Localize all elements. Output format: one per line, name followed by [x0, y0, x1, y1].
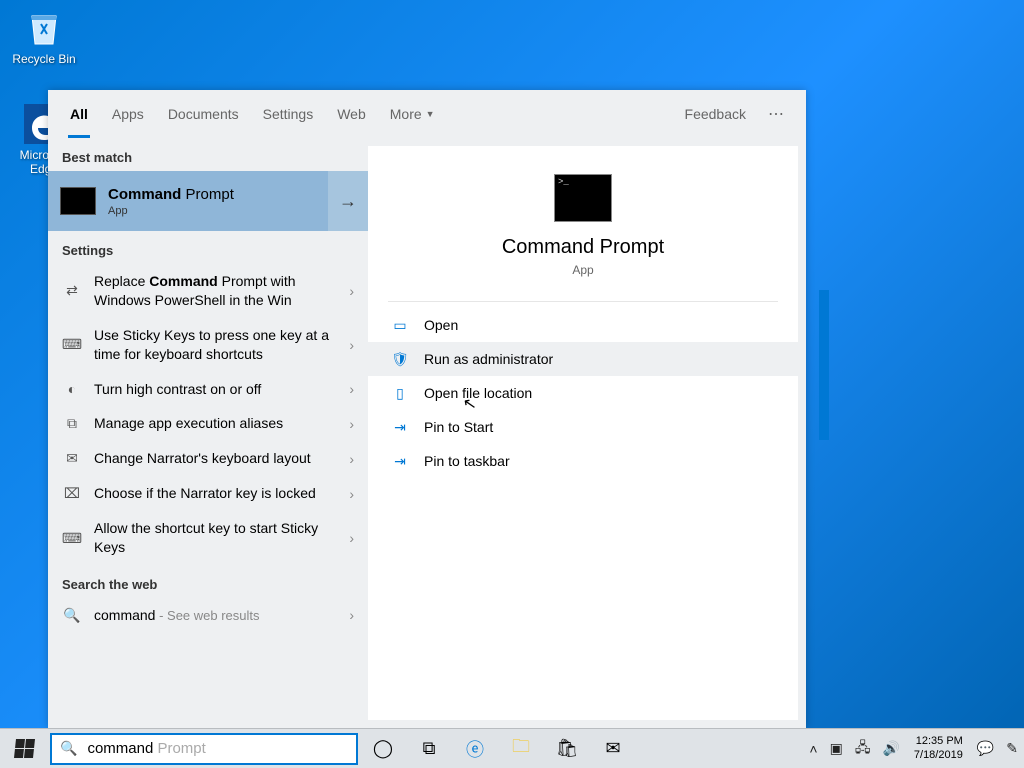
- search-icon: 🔍: [60, 740, 77, 757]
- chevron-right-icon: ›: [349, 607, 354, 623]
- narrator-icon: ✉: [62, 450, 82, 467]
- search-tabs: All Apps Documents Settings Web More▼ Fe…: [48, 90, 806, 138]
- tray-overflow-icon[interactable]: ˄: [803, 741, 823, 757]
- web-search-item[interactable]: 🔍 command - See web results ›: [48, 598, 368, 633]
- detail-title: Command Prompt: [502, 236, 664, 259]
- task-view-icon[interactable]: ⧉: [406, 729, 452, 768]
- best-match-item[interactable]: Command Prompt App →: [48, 171, 368, 231]
- section-settings: Settings: [48, 231, 368, 264]
- taskbar-edge-icon[interactable]: ⓔ: [452, 729, 498, 768]
- section-search-web: Search the web: [48, 565, 368, 598]
- volume-icon[interactable]: 🔊: [876, 740, 905, 757]
- chevron-right-icon: ›: [349, 337, 354, 353]
- best-match-title: Command Prompt: [108, 186, 328, 203]
- chevron-right-icon: ›: [349, 486, 354, 502]
- start-button[interactable]: [0, 729, 48, 768]
- action-pin-to-taskbar[interactable]: ⇥Pin to taskbar: [368, 444, 798, 478]
- open-icon: ▭: [390, 317, 410, 334]
- taskbar: 🔍 Prompt ◯ ⧉ ⓔ 🗀 🛍 ✉ ˄ ▣ 🖧 🔊 12:35 PM 7/…: [0, 728, 1024, 768]
- tab-apps[interactable]: Apps: [100, 90, 156, 138]
- clock-time: 12:35 PM: [916, 735, 963, 748]
- chevron-right-icon: ›: [349, 451, 354, 467]
- chevron-right-icon: ›: [349, 416, 354, 432]
- settings-item-label: Allow the shortcut key to start Sticky K…: [94, 519, 349, 557]
- settings-item-label: Manage app execution aliases: [94, 414, 349, 433]
- results-column: Best match Command Prompt App → Settings…: [48, 138, 368, 728]
- settings-item-label: Choose if the Narrator key is locked: [94, 484, 349, 503]
- more-options-button[interactable]: ⋯: [758, 104, 796, 124]
- network-icon[interactable]: 🖧: [849, 737, 877, 761]
- clock-date: 7/18/2019: [914, 749, 963, 762]
- keyboard-icon: ⌨: [62, 530, 82, 547]
- best-match-subtitle: App: [108, 205, 328, 217]
- settings-item-label: Change Narrator's keyboard layout: [94, 449, 349, 468]
- tab-more[interactable]: More▼: [378, 90, 447, 138]
- detail-subtitle: App: [572, 263, 593, 277]
- search-ghost-text: Prompt: [157, 740, 205, 757]
- pin-icon: ⇥: [390, 419, 410, 436]
- start-search-panel: All Apps Documents Settings Web More▼ Fe…: [48, 90, 806, 728]
- detail-column: Command Prompt App ▭Open 🛡Run as adminis…: [368, 146, 798, 720]
- windows-logo-icon: [14, 739, 35, 758]
- action-pin-to-start[interactable]: ⇥Pin to Start: [368, 410, 798, 444]
- folder-icon: ▯: [390, 385, 410, 402]
- action-open-file-location[interactable]: ▯Open file location: [368, 376, 798, 410]
- mail-icon[interactable]: ✉: [590, 729, 636, 768]
- settings-item[interactable]: ◐ Turn high contrast on or off ›: [48, 372, 368, 407]
- section-best-match: Best match: [48, 138, 368, 171]
- settings-item[interactable]: ⇄ Replace Command Prompt with Windows Po…: [48, 264, 368, 318]
- key-icon: ⌧: [62, 485, 82, 502]
- settings-item[interactable]: ⧉ Manage app execution aliases ›: [48, 406, 368, 441]
- command-prompt-icon: [60, 187, 96, 215]
- window-accent-strip: [819, 290, 829, 440]
- chevron-right-icon: ›: [349, 283, 354, 299]
- command-prompt-icon: [554, 174, 612, 222]
- swap-icon: ⇄: [62, 282, 82, 299]
- settings-item[interactable]: ⌨ Allow the shortcut key to start Sticky…: [48, 511, 368, 565]
- settings-item[interactable]: ✉ Change Narrator's keyboard layout ›: [48, 441, 368, 476]
- taskbar-search-box[interactable]: 🔍 Prompt: [50, 733, 358, 765]
- settings-item[interactable]: ⌧ Choose if the Narrator key is locked ›: [48, 476, 368, 511]
- tab-settings[interactable]: Settings: [251, 90, 326, 138]
- battery-icon[interactable]: ▣: [824, 740, 849, 757]
- desktop-icon-recycle-bin[interactable]: Recycle Bin: [6, 4, 82, 66]
- shield-icon: 🛡: [390, 351, 410, 368]
- tab-documents[interactable]: Documents: [156, 90, 251, 138]
- chevron-right-icon: ›: [349, 381, 354, 397]
- expand-arrow-icon[interactable]: →: [328, 171, 368, 231]
- tab-all[interactable]: All: [58, 90, 100, 138]
- settings-item[interactable]: ⌨ Use Sticky Keys to press one key at a …: [48, 318, 368, 372]
- divider: [388, 301, 778, 302]
- aliases-icon: ⧉: [62, 415, 82, 432]
- action-center-icon[interactable]: 💬: [971, 740, 1000, 757]
- tab-web[interactable]: Web: [325, 90, 378, 138]
- contrast-icon: ◐: [62, 381, 82, 397]
- settings-item-label: Use Sticky Keys to press one key at a ti…: [94, 326, 349, 364]
- pin-icon: ⇥: [390, 453, 410, 470]
- desktop-icon-label: Recycle Bin: [12, 52, 75, 66]
- action-open[interactable]: ▭Open: [368, 308, 798, 342]
- action-run-as-admin[interactable]: 🛡Run as administrator: [368, 342, 798, 376]
- chevron-right-icon: ›: [349, 530, 354, 546]
- chevron-down-icon: ▼: [426, 109, 435, 119]
- settings-item-label: Replace Command Prompt with Windows Powe…: [94, 272, 349, 310]
- store-icon[interactable]: 🛍: [544, 729, 590, 768]
- taskbar-search-input[interactable]: [85, 739, 157, 758]
- ink-workspace-icon[interactable]: ✎: [1000, 740, 1024, 757]
- search-icon: 🔍: [62, 607, 82, 624]
- web-search-label: command - See web results: [94, 606, 349, 625]
- file-explorer-icon[interactable]: 🗀: [498, 729, 544, 768]
- settings-item-label: Turn high contrast on or off: [94, 380, 349, 399]
- keyboard-icon: ⌨: [62, 336, 82, 353]
- system-tray: ˄ ▣ 🖧 🔊 12:35 PM 7/18/2019 💬 ✎: [803, 729, 1024, 768]
- recycle-bin-icon: [20, 4, 68, 52]
- cortana-icon[interactable]: ◯: [360, 729, 406, 768]
- feedback-link[interactable]: Feedback: [673, 90, 758, 138]
- taskbar-clock[interactable]: 12:35 PM 7/18/2019: [906, 735, 971, 761]
